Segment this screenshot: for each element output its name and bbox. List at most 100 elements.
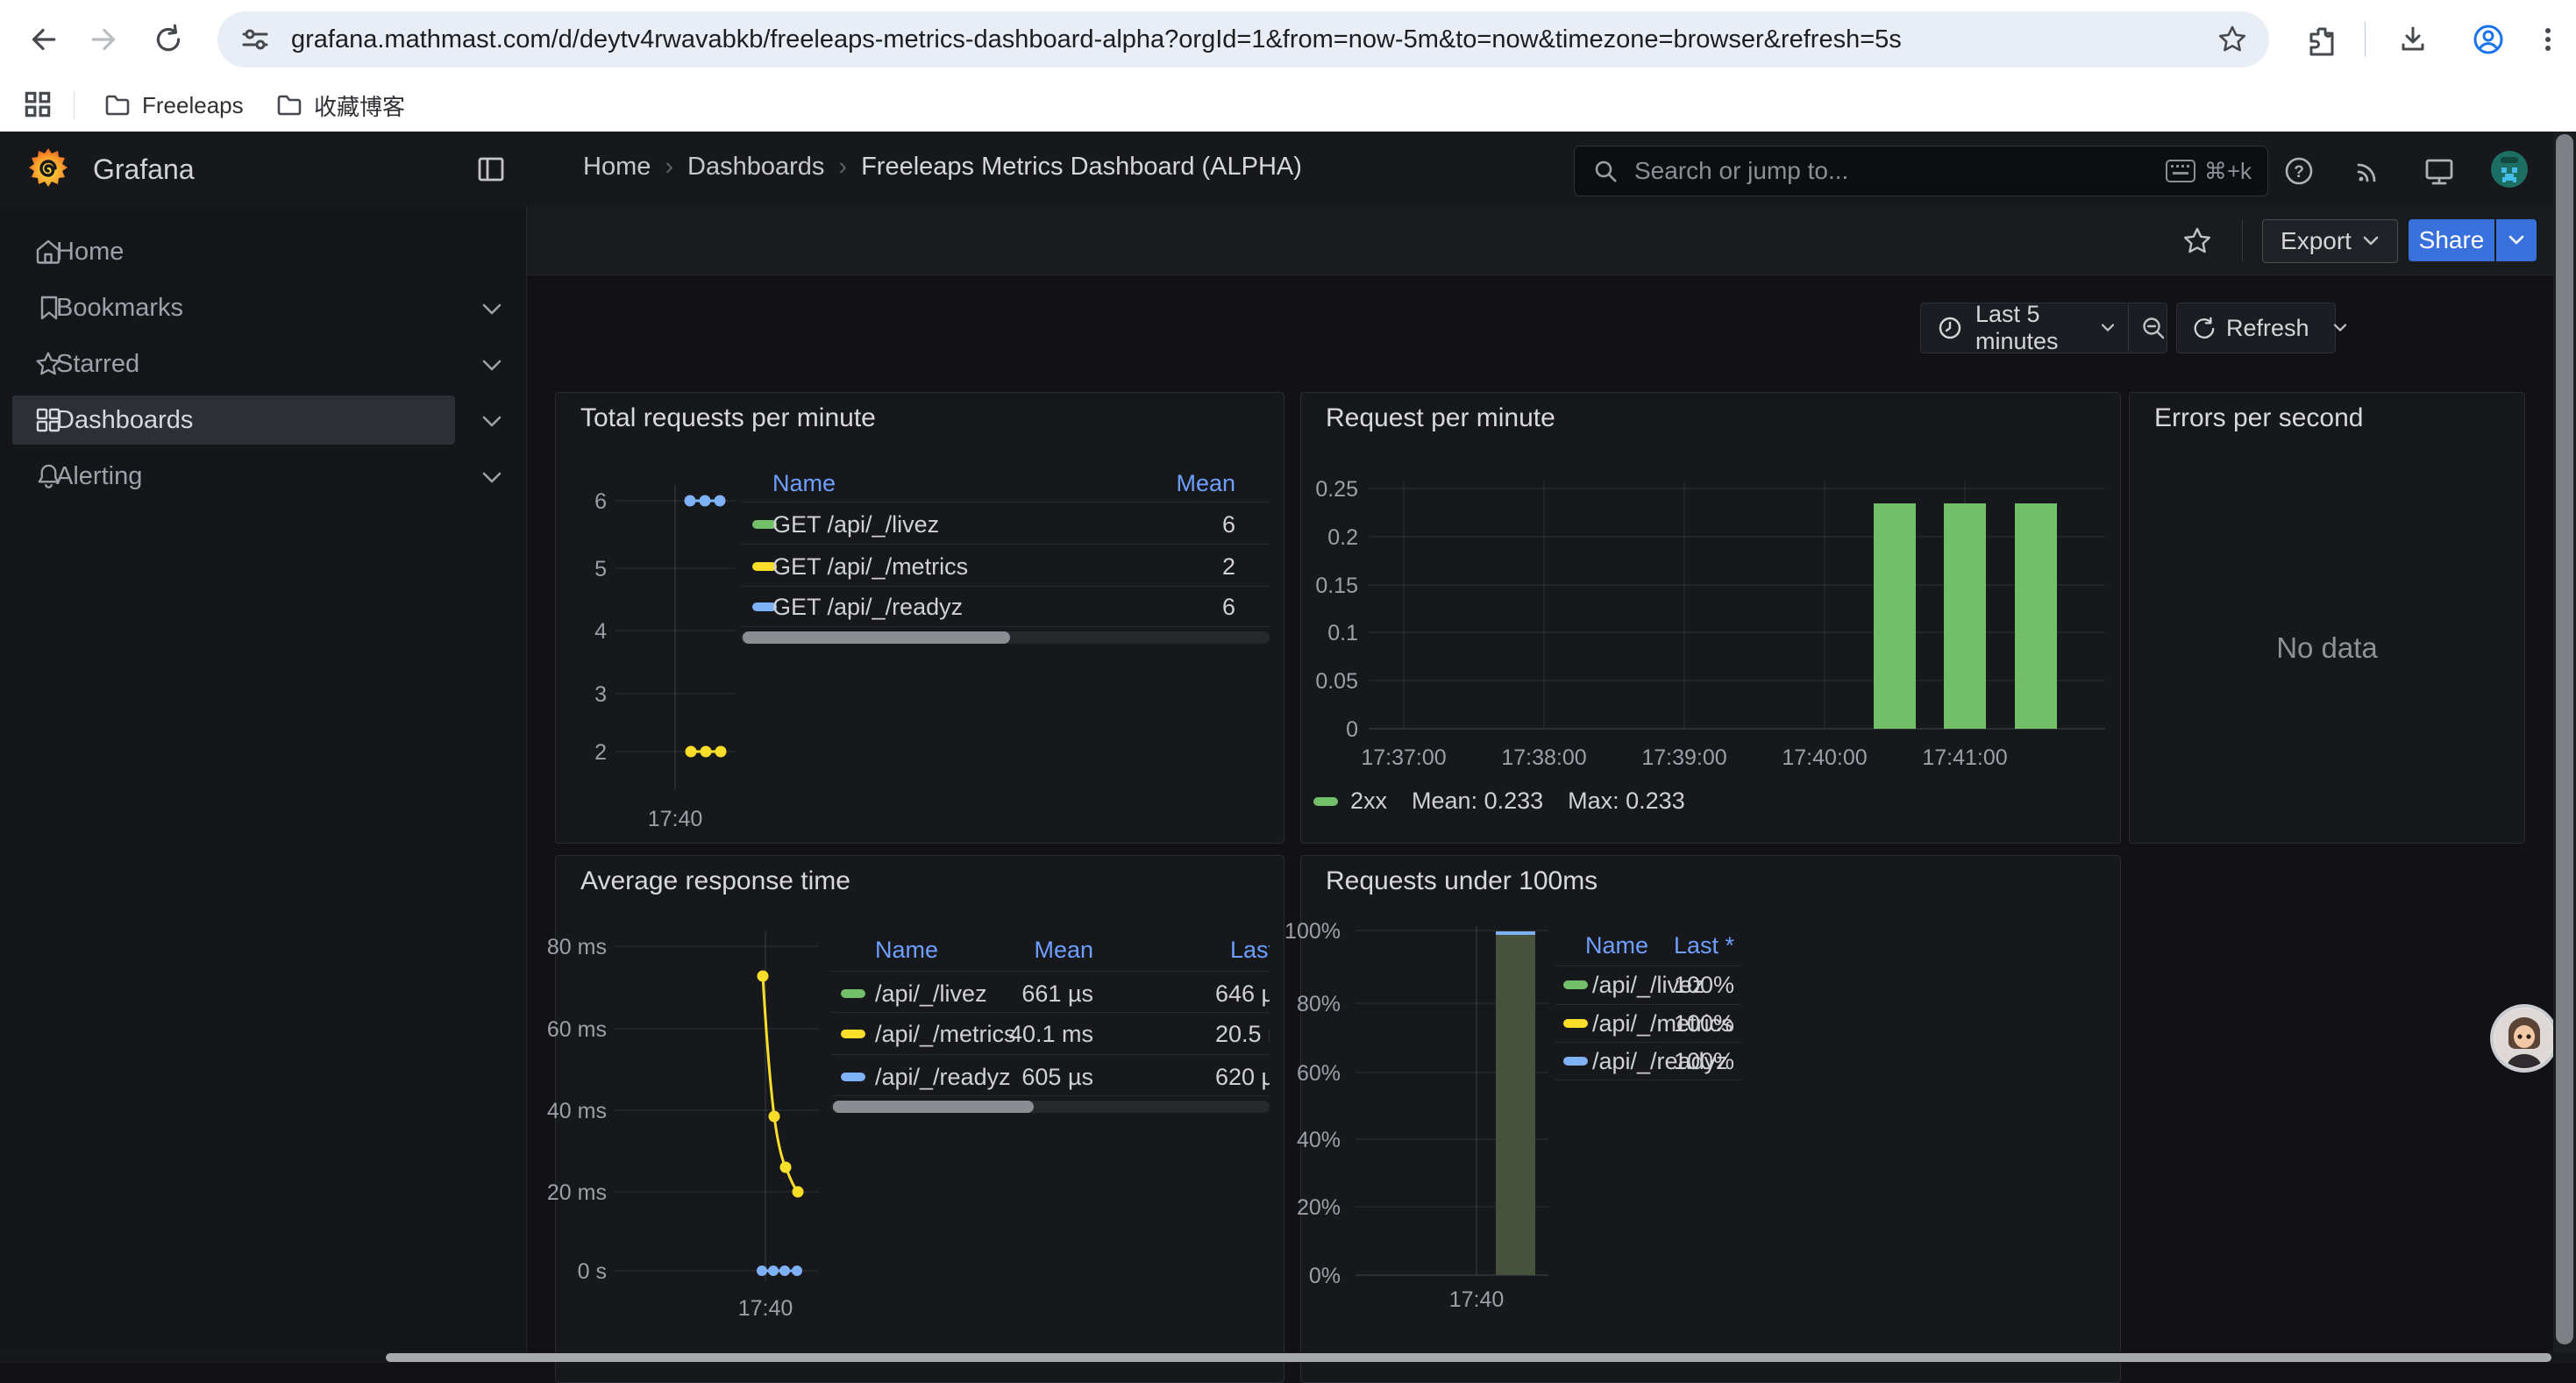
- floating-assistant-avatar[interactable]: [2491, 1005, 2558, 1072]
- series-readyz-line: [685, 495, 726, 507]
- share-button[interactable]: Share: [2409, 219, 2494, 261]
- export-button[interactable]: Export: [2262, 219, 2398, 263]
- share-menu-button[interactable]: [2496, 219, 2537, 261]
- series-name[interactable]: 2xx: [1350, 788, 1387, 815]
- legend-row[interactable]: /api/_/metrics 100%: [1555, 1010, 1741, 1037]
- site-settings-icon[interactable]: [240, 25, 270, 54]
- chevron-down-icon[interactable]: [480, 415, 503, 429]
- legend-header-mean[interactable]: Mean: [1078, 470, 1235, 497]
- back-button[interactable]: [19, 17, 65, 62]
- legend-header-mean[interactable]: Mean: [962, 937, 1093, 964]
- panel-total-requests: Total requests per minute 6 5 4 3 2 17:4…: [555, 392, 1284, 844]
- sidebar-item-dashboards[interactable]: Dashboards: [12, 396, 455, 445]
- bookmarks-bar: Freeleaps 收藏博客: [0, 79, 2576, 132]
- legend-header-name[interactable]: Name: [875, 937, 938, 964]
- chevron-down-icon[interactable]: [480, 471, 503, 485]
- collapse-sidebar-button[interactable]: [473, 152, 509, 187]
- help-button[interactable]: ?: [2281, 153, 2316, 189]
- chevron-down-icon[interactable]: [480, 359, 503, 373]
- legend-row[interactable]: /api/_/livez 100%: [1555, 972, 1741, 998]
- downloads-button[interactable]: [2390, 17, 2436, 62]
- address-bar[interactable]: [217, 11, 2269, 68]
- series-name: GET /api/_/metrics: [772, 553, 968, 581]
- series-color-pill[interactable]: [841, 989, 865, 998]
- series-name: GET /api/_/readyz: [772, 594, 963, 621]
- grafana-logo[interactable]: [26, 146, 70, 190]
- horizontal-scrollbar-thumb[interactable]: [386, 1353, 2551, 1362]
- series-color-pill[interactable]: [841, 1073, 865, 1081]
- bookmark-star-icon[interactable]: [2217, 24, 2248, 55]
- clock-icon: [1937, 315, 1963, 341]
- table-sep: [831, 1095, 1270, 1096]
- sidebar-item-bookmarks[interactable]: Bookmarks: [12, 283, 455, 332]
- legend-row[interactable]: GET /api/_/readyz 6: [741, 594, 1270, 620]
- home-icon: [33, 237, 63, 267]
- user-avatar[interactable]: [2490, 150, 2529, 189]
- search-icon: [1592, 158, 1619, 184]
- legend-scrollbar-thumb[interactable]: [833, 1101, 1034, 1113]
- legend-row[interactable]: /api/_/metrics 40.1 ms 20.5 ms: [831, 1021, 1270, 1047]
- monitor-kiosk-button[interactable]: [2422, 153, 2457, 189]
- back-icon: [34, 30, 54, 48]
- series-color-pill[interactable]: [1563, 980, 1588, 989]
- refresh-interval-chevron-icon[interactable]: [2332, 323, 2348, 333]
- legend-row[interactable]: /api/_/readyz 100%: [1555, 1048, 1741, 1074]
- series-mean: 6: [1078, 594, 1235, 621]
- series-color-pill[interactable]: [1563, 1019, 1588, 1028]
- series-last: 100%: [1629, 1010, 1734, 1037]
- series-mean: Mean: 0.233: [1412, 788, 1543, 815]
- group-divider: [2128, 304, 2129, 352]
- series-mean: 2: [1078, 553, 1235, 581]
- sidebar-item-starred[interactable]: Starred: [12, 339, 455, 389]
- time-range-picker[interactable]: Last 5 minutes: [1975, 301, 2089, 355]
- chevron-down-icon: [2100, 323, 2116, 333]
- legend-row[interactable]: GET /api/_/metrics 2: [741, 553, 1270, 580]
- bar-100pct: [1496, 933, 1535, 1275]
- browser-menu-button[interactable]: [2525, 17, 2571, 62]
- url-input[interactable]: [289, 25, 2178, 55]
- panel-title[interactable]: Errors per second: [2154, 403, 2363, 433]
- series-last: 100%: [1629, 1048, 1734, 1075]
- legend-header-last[interactable]: Last *: [1230, 937, 1270, 964]
- favorite-dashboard-button[interactable]: [2181, 225, 2213, 257]
- refresh-button[interactable]: Refresh: [2226, 315, 2309, 342]
- search-bar[interactable]: ⌘+k: [1574, 146, 2268, 196]
- legend-header-name[interactable]: Name: [772, 470, 836, 497]
- series-color-pill[interactable]: [1563, 1057, 1588, 1066]
- zoom-out-icon[interactable]: [2140, 315, 2167, 341]
- reload-button[interactable]: [146, 17, 191, 62]
- search-input[interactable]: [1633, 156, 2092, 186]
- folder-icon: [275, 91, 303, 119]
- sidebar-item-alerting[interactable]: Alerting: [12, 452, 455, 501]
- vertical-scrollbar-thumb[interactable]: [2556, 134, 2573, 1344]
- brand-title: Grafana: [93, 153, 195, 186]
- legend-header-last[interactable]: Last *: [1629, 932, 1734, 959]
- grafana-sidebar: Home Bookmarks Starred Dashboards Alerti…: [0, 206, 527, 1363]
- breadcrumb-dashboards[interactable]: Dashboards: [687, 153, 824, 182]
- news-rss-button[interactable]: [2350, 153, 2385, 189]
- sidebar-item-label: Alerting: [56, 462, 142, 491]
- breadcrumb-home[interactable]: Home: [583, 153, 651, 182]
- apps-grid-button[interactable]: [21, 88, 54, 121]
- breadcrumb-separator: ›: [651, 153, 687, 182]
- legend-scrollbar-thumb[interactable]: [743, 631, 1010, 644]
- breadcrumb-separator: ›: [824, 153, 861, 182]
- legend-row[interactable]: /api/_/livez 661 µs 646 µs: [831, 980, 1270, 1007]
- chevron-down-icon[interactable]: [480, 303, 503, 317]
- series-color-pill[interactable]: [841, 1030, 865, 1038]
- sidebar-item-home[interactable]: Home: [12, 227, 455, 276]
- series-metrics-line: [758, 971, 804, 1198]
- sidebar-item-label: Dashboards: [56, 406, 193, 435]
- bookmark-folder-blogs[interactable]: 收藏博客: [263, 86, 417, 125]
- series-color-pill[interactable]: [1313, 797, 1338, 806]
- panel-avg-response-time: Average response time 80 ms 60 ms 40 ms …: [555, 855, 1284, 1383]
- forward-button[interactable]: [82, 17, 128, 62]
- extensions-button[interactable]: [2299, 17, 2345, 62]
- bar-chart: [1301, 393, 2120, 843]
- profile-button[interactable]: [2466, 17, 2511, 62]
- panel-errors-per-second: Errors per second No data: [2129, 392, 2525, 844]
- bookmark-folder-freeleaps[interactable]: Freeleaps: [91, 86, 256, 125]
- legend-row[interactable]: /api/_/readyz 605 µs 620 µs: [831, 1064, 1270, 1090]
- bookmark-icon: [35, 294, 63, 322]
- legend-row[interactable]: GET /api/_/livez 6: [741, 511, 1270, 538]
